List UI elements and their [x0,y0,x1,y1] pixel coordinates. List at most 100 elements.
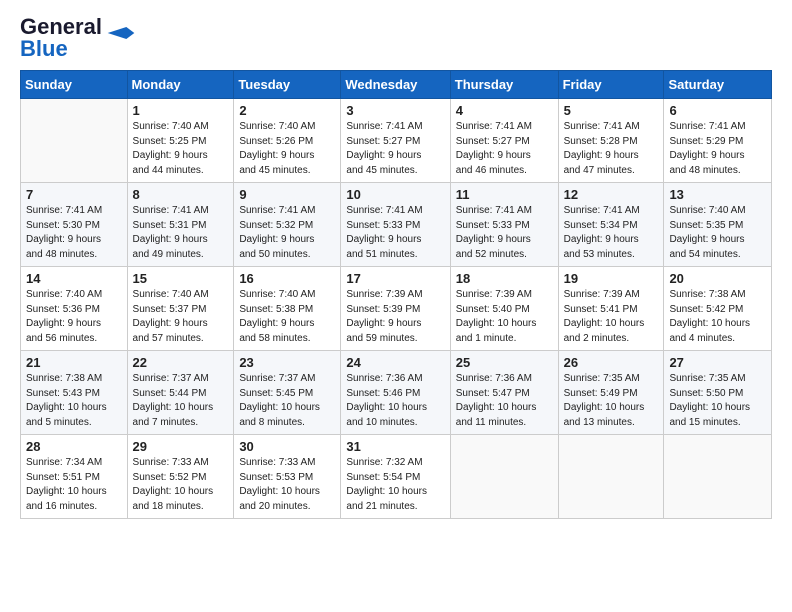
calendar-cell: 19 Sunrise: 7:39 AM Sunset: 5:41 PM Dayli… [558,267,664,351]
calendar-cell [664,435,772,519]
calendar-cell: 18 Sunrise: 7:39 AM Sunset: 5:40 PM Dayli… [450,267,558,351]
calendar-cell: 10 Sunrise: 7:41 AM Sunset: 5:33 PM Dayli… [341,183,450,267]
logo-text: General Blue [20,16,102,60]
day-number: 17 [346,271,444,286]
day-info: Sunrise: 7:34 AM Sunset: 5:51 PM Dayligh… [26,456,122,514]
calendar-cell: 17 Sunrise: 7:39 AM Sunset: 5:39 PM Dayli… [341,267,450,351]
day-number: 16 [239,271,335,286]
day-info: Sunrise: 7:32 AM Sunset: 5:54 PM Dayligh… [346,456,444,514]
day-info: Sunrise: 7:41 AM Sunset: 5:27 PM Dayligh… [346,120,444,178]
calendar-week-5: 28 Sunrise: 7:34 AM Sunset: 5:51 PM Dayli… [21,435,772,519]
day-number: 27 [669,355,766,370]
calendar-cell: 8 Sunrise: 7:41 AM Sunset: 5:31 PM Daylig… [127,183,234,267]
day-number: 23 [239,355,335,370]
day-info: Sunrise: 7:41 AM Sunset: 5:28 PM Dayligh… [564,120,659,178]
day-info: Sunrise: 7:41 AM Sunset: 5:33 PM Dayligh… [456,204,553,262]
day-number: 22 [133,355,229,370]
day-number: 13 [669,187,766,202]
day-number: 5 [564,103,659,118]
day-number: 19 [564,271,659,286]
calendar-cell: 15Sunrise: 7:40 AM Sunset: 5:37 PM Dayli… [127,267,234,351]
calendar-cell: 20 Sunrise: 7:38 AM Sunset: 5:42 PM Dayli… [664,267,772,351]
day-number: 21 [26,355,122,370]
calendar-cell: 14 Sunrise: 7:40 AM Sunset: 5:36 PM Dayli… [21,267,128,351]
calendar-week-4: 21 Sunrise: 7:38 AM Sunset: 5:43 PM Dayli… [21,351,772,435]
calendar-cell: 22 Sunrise: 7:37 AM Sunset: 5:44 PM Dayli… [127,351,234,435]
day-info: Sunrise: 7:40 AM Sunset: 5:25 PM Dayligh… [133,120,229,178]
day-number: 20 [669,271,766,286]
page-header: General Blue [20,16,772,60]
day-number: 9 [239,187,335,202]
calendar-cell: 5 Sunrise: 7:41 AM Sunset: 5:28 PM Daylig… [558,99,664,183]
day-number: 28 [26,439,122,454]
day-info: Sunrise: 7:39 AM Sunset: 5:39 PM Dayligh… [346,288,444,346]
day-info: Sunrise: 7:41 AM Sunset: 5:29 PM Dayligh… [669,120,766,178]
day-info: Sunrise: 7:38 AM Sunset: 5:43 PM Dayligh… [26,372,122,430]
calendar-cell: 26 Sunrise: 7:35 AM Sunset: 5:49 PM Dayli… [558,351,664,435]
day-info: Sunrise: 7:33 AM Sunset: 5:52 PM Dayligh… [133,456,229,514]
day-number: 31 [346,439,444,454]
weekday-header-friday: Friday [558,71,664,99]
calendar-cell [21,99,128,183]
day-info: Sunrise: 7:41 AM Sunset: 5:31 PM Dayligh… [133,204,229,262]
calendar-table: SundayMondayTuesdayWednesdayThursdayFrid… [20,70,772,519]
day-info: Sunrise: 7:36 AM Sunset: 5:46 PM Dayligh… [346,372,444,430]
logo: General Blue [20,16,136,60]
day-number: 29 [133,439,229,454]
day-info: Sunrise: 7:36 AM Sunset: 5:47 PM Dayligh… [456,372,553,430]
day-info: Sunrise: 7:40 AM Sunset: 5:35 PM Dayligh… [669,204,766,262]
calendar-cell: 11Sunrise: 7:41 AM Sunset: 5:33 PM Dayli… [450,183,558,267]
calendar-week-2: 7Sunrise: 7:41 AM Sunset: 5:30 PM Daylig… [21,183,772,267]
calendar-page: General Blue SundayMondayTuesdayWednesda… [0,0,792,539]
day-number: 7 [26,187,122,202]
calendar-cell: 4 Sunrise: 7:41 AM Sunset: 5:27 PM Daylig… [450,99,558,183]
weekday-header-saturday: Saturday [664,71,772,99]
day-info: Sunrise: 7:40 AM Sunset: 5:26 PM Dayligh… [239,120,335,178]
calendar-cell: 6Sunrise: 7:41 AM Sunset: 5:29 PM Daylig… [664,99,772,183]
calendar-week-3: 14 Sunrise: 7:40 AM Sunset: 5:36 PM Dayli… [21,267,772,351]
calendar-cell: 13 Sunrise: 7:40 AM Sunset: 5:35 PM Dayli… [664,183,772,267]
calendar-cell: 31 Sunrise: 7:32 AM Sunset: 5:54 PM Dayli… [341,435,450,519]
calendar-cell [558,435,664,519]
day-info: Sunrise: 7:39 AM Sunset: 5:40 PM Dayligh… [456,288,553,346]
day-number: 30 [239,439,335,454]
calendar-cell: 7Sunrise: 7:41 AM Sunset: 5:30 PM Daylig… [21,183,128,267]
calendar-week-1: 1Sunrise: 7:40 AM Sunset: 5:25 PM Daylig… [21,99,772,183]
weekday-header-sunday: Sunday [21,71,128,99]
weekday-header-monday: Monday [127,71,234,99]
day-number: 14 [26,271,122,286]
calendar-cell: 21 Sunrise: 7:38 AM Sunset: 5:43 PM Dayli… [21,351,128,435]
calendar-cell: 9Sunrise: 7:41 AM Sunset: 5:32 PM Daylig… [234,183,341,267]
day-info: Sunrise: 7:37 AM Sunset: 5:45 PM Dayligh… [239,372,335,430]
day-number: 25 [456,355,553,370]
calendar-cell: 30Sunrise: 7:33 AM Sunset: 5:53 PM Dayli… [234,435,341,519]
calendar-cell: 1Sunrise: 7:40 AM Sunset: 5:25 PM Daylig… [127,99,234,183]
day-info: Sunrise: 7:39 AM Sunset: 5:41 PM Dayligh… [564,288,659,346]
calendar-cell: 29 Sunrise: 7:33 AM Sunset: 5:52 PM Dayli… [127,435,234,519]
day-number: 18 [456,271,553,286]
day-info: Sunrise: 7:37 AM Sunset: 5:44 PM Dayligh… [133,372,229,430]
day-info: Sunrise: 7:40 AM Sunset: 5:36 PM Dayligh… [26,288,122,346]
calendar-cell: 3Sunrise: 7:41 AM Sunset: 5:27 PM Daylig… [341,99,450,183]
calendar-cell: 25 Sunrise: 7:36 AM Sunset: 5:47 PM Dayli… [450,351,558,435]
day-number: 15 [133,271,229,286]
day-info: Sunrise: 7:35 AM Sunset: 5:49 PM Dayligh… [564,372,659,430]
day-number: 4 [456,103,553,118]
weekday-header-tuesday: Tuesday [234,71,341,99]
day-info: Sunrise: 7:41 AM Sunset: 5:34 PM Dayligh… [564,204,659,262]
day-number: 2 [239,103,335,118]
logo-arrow-icon [106,27,136,39]
calendar-cell: 2 Sunrise: 7:40 AM Sunset: 5:26 PM Daylig… [234,99,341,183]
day-info: Sunrise: 7:41 AM Sunset: 5:27 PM Dayligh… [456,120,553,178]
day-number: 10 [346,187,444,202]
day-info: Sunrise: 7:38 AM Sunset: 5:42 PM Dayligh… [669,288,766,346]
day-info: Sunrise: 7:41 AM Sunset: 5:33 PM Dayligh… [346,204,444,262]
day-number: 24 [346,355,444,370]
calendar-cell: 27Sunrise: 7:35 AM Sunset: 5:50 PM Dayli… [664,351,772,435]
calendar-cell: 16Sunrise: 7:40 AM Sunset: 5:38 PM Dayli… [234,267,341,351]
calendar-cell: 12Sunrise: 7:41 AM Sunset: 5:34 PM Dayli… [558,183,664,267]
calendar-cell [450,435,558,519]
day-number: 8 [133,187,229,202]
weekday-header-row: SundayMondayTuesdayWednesdayThursdayFrid… [21,71,772,99]
day-number: 26 [564,355,659,370]
